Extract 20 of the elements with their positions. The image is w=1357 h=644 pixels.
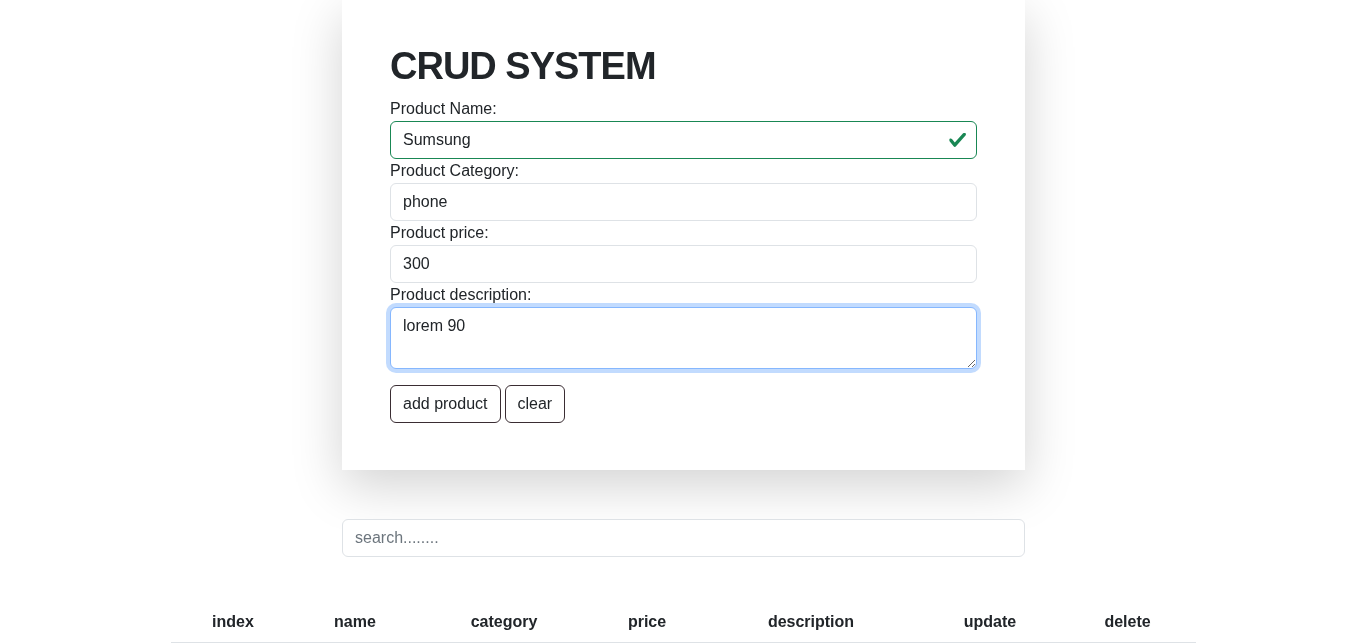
form-button[interactable]: clear — [504, 385, 566, 423]
field-label: Product Category: — [390, 161, 519, 181]
form-button[interactable]: add product — [390, 385, 501, 423]
page-title: CRUD SYSTEM — [390, 44, 656, 89]
input-field[interactable]: phone — [390, 183, 977, 221]
column-header: description — [766, 612, 856, 632]
column-header: update — [962, 612, 1018, 632]
column-header: price — [626, 612, 668, 632]
check-icon — [949, 133, 967, 147]
input-field[interactable]: Sumsung — [390, 121, 977, 159]
column-header: category — [469, 612, 539, 632]
text-area-field[interactable]: lorem 90 — [390, 307, 977, 369]
column-header: delete — [1103, 612, 1152, 632]
field-label: Product description: — [390, 285, 532, 305]
field-label: Product price: — [390, 223, 489, 243]
field-label: Product Name: — [390, 99, 497, 119]
column-header: name — [333, 612, 377, 632]
column-header: index — [211, 612, 255, 632]
search-field[interactable]: search........ — [342, 519, 1025, 557]
input-field[interactable]: 300 — [390, 245, 977, 283]
